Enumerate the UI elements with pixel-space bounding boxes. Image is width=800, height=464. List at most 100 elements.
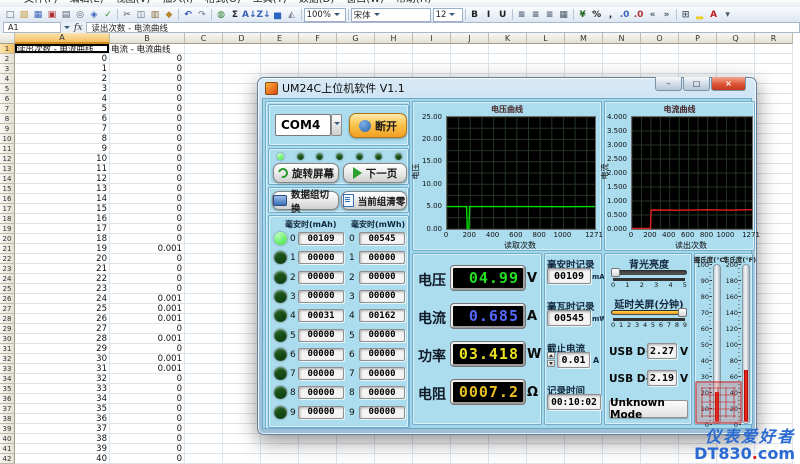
cell-C19[interactable] xyxy=(185,224,223,234)
redo-icon[interactable]: ↷ xyxy=(195,8,209,21)
disconnect-button[interactable]: 断开 xyxy=(349,113,407,138)
research-icon[interactable]: ◈ xyxy=(87,8,101,21)
cell-B26[interactable]: 0.001 xyxy=(110,294,185,304)
cell-Q2[interactable] xyxy=(717,54,755,64)
cell-C21[interactable] xyxy=(185,244,223,254)
row-header-32[interactable]: 32 xyxy=(0,354,15,364)
row-header-25[interactable]: 25 xyxy=(0,284,15,294)
cell-B24[interactable]: 0 xyxy=(110,274,185,284)
cell-R36[interactable] xyxy=(755,394,793,404)
cell-A13[interactable]: 11 xyxy=(15,164,110,174)
cell-F41[interactable] xyxy=(299,444,337,454)
cell-G2[interactable] xyxy=(337,54,375,64)
row-header-7[interactable]: 7 xyxy=(0,104,15,114)
cell-O42[interactable] xyxy=(641,454,679,464)
cell-B13[interactable]: 0 xyxy=(110,164,185,174)
cell-D14[interactable] xyxy=(223,174,261,184)
column-header-C[interactable]: C xyxy=(185,33,223,44)
menu-item-5[interactable]: 工具(T) xyxy=(249,0,291,7)
permission-icon[interactable]: ▣ xyxy=(45,8,59,21)
row-header-2[interactable]: 2 xyxy=(0,54,15,64)
cell-A10[interactable]: 8 xyxy=(15,134,110,144)
cell-Q3[interactable] xyxy=(717,64,755,74)
formula-input[interactable]: 读出次数 - 电流曲线 xyxy=(86,22,800,33)
cutoff-current-input[interactable]: 0.01 xyxy=(557,352,590,368)
row-header-16[interactable]: 16 xyxy=(0,194,15,204)
cell-D37[interactable] xyxy=(223,404,261,414)
current-group-clear-button[interactable]: 当前组清零 xyxy=(341,191,407,210)
cell-E40[interactable] xyxy=(261,434,299,444)
cell-B6[interactable]: 0 xyxy=(110,94,185,104)
cell-O40[interactable] xyxy=(641,434,679,444)
cell-P1[interactable] xyxy=(679,44,717,54)
cell-A25[interactable]: 23 xyxy=(15,284,110,294)
cell-D39[interactable] xyxy=(223,424,261,434)
cell-M42[interactable] xyxy=(565,454,603,464)
row-header-19[interactable]: 19 xyxy=(0,224,15,234)
cell-D18[interactable] xyxy=(223,214,261,224)
cell-R6[interactable] xyxy=(755,94,793,104)
row-header-21[interactable]: 21 xyxy=(0,244,15,254)
cell-B40[interactable]: 0 xyxy=(110,434,185,444)
cell-R18[interactable] xyxy=(755,214,793,224)
minimize-button[interactable]: – xyxy=(655,77,682,91)
decrease-decimal-icon[interactable]: .0 xyxy=(632,8,646,21)
undo-icon[interactable]: ↶ xyxy=(181,8,195,21)
cell-C25[interactable] xyxy=(185,284,223,294)
row-header-13[interactable]: 13 xyxy=(0,164,15,174)
cell-A27[interactable]: 25 xyxy=(15,304,110,314)
cell-I42[interactable] xyxy=(413,454,451,464)
cell-A38[interactable]: 36 xyxy=(15,414,110,424)
cell-C22[interactable] xyxy=(185,254,223,264)
cell-L40[interactable] xyxy=(527,434,565,444)
cell-A41[interactable]: 39 xyxy=(15,444,110,454)
cell-A24[interactable]: 22 xyxy=(15,274,110,284)
align-left-icon[interactable]: ≡ xyxy=(515,8,529,21)
format-painter-icon[interactable]: ◆ xyxy=(162,8,176,21)
cell-C14[interactable] xyxy=(185,174,223,184)
fill-color-icon[interactable]: ▂ xyxy=(693,8,707,21)
font-size-select[interactable]: 12 xyxy=(433,8,463,22)
cell-E42[interactable] xyxy=(261,454,299,464)
cell-R23[interactable] xyxy=(755,264,793,274)
cell-R30[interactable] xyxy=(755,334,793,344)
cell-C8[interactable] xyxy=(185,114,223,124)
menu-item-1[interactable]: 编辑(E) xyxy=(66,0,108,7)
hyperlink-icon[interactable]: ◍ xyxy=(214,8,228,21)
cell-F3[interactable] xyxy=(299,64,337,74)
cell-O3[interactable] xyxy=(641,64,679,74)
cell-O2[interactable] xyxy=(641,54,679,64)
cell-A14[interactable]: 12 xyxy=(15,174,110,184)
column-header-P[interactable]: P xyxy=(679,33,717,44)
row-header-1[interactable]: 1 xyxy=(0,44,15,54)
cell-C2[interactable] xyxy=(185,54,223,64)
cell-E1[interactable] xyxy=(261,44,299,54)
cell-A16[interactable]: 14 xyxy=(15,194,110,204)
cell-R2[interactable] xyxy=(755,54,793,64)
cell-D8[interactable] xyxy=(223,114,261,124)
cell-H2[interactable] xyxy=(375,54,413,64)
cell-A8[interactable]: 6 xyxy=(15,114,110,124)
cell-C1[interactable] xyxy=(185,44,223,54)
row-header-41[interactable]: 41 xyxy=(0,444,15,454)
cell-D23[interactable] xyxy=(223,264,261,274)
row-header-22[interactable]: 22 xyxy=(0,254,15,264)
cell-J3[interactable] xyxy=(451,64,489,74)
new-document-icon[interactable]: □ xyxy=(3,8,17,21)
currency-icon[interactable]: ¥ xyxy=(576,8,590,21)
drawing-icon[interactable]: ◭ xyxy=(285,8,299,21)
cell-C26[interactable] xyxy=(185,294,223,304)
cell-R27[interactable] xyxy=(755,304,793,314)
print-preview-icon[interactable]: ◎ xyxy=(73,8,87,21)
cell-B28[interactable]: 0.001 xyxy=(110,314,185,324)
cell-A40[interactable]: 38 xyxy=(15,434,110,444)
row-header-3[interactable]: 3 xyxy=(0,64,15,74)
screen-off-slider-thumb[interactable] xyxy=(678,308,687,317)
autosum-icon[interactable]: Σ xyxy=(228,8,242,21)
cell-B30[interactable]: 0.001 xyxy=(110,334,185,344)
row-header-35[interactable]: 35 xyxy=(0,384,15,394)
cell-D31[interactable] xyxy=(223,344,261,354)
zoom-select[interactable]: 100% xyxy=(304,8,346,22)
cell-L3[interactable] xyxy=(527,64,565,74)
cell-B21[interactable]: 0.001 xyxy=(110,244,185,254)
